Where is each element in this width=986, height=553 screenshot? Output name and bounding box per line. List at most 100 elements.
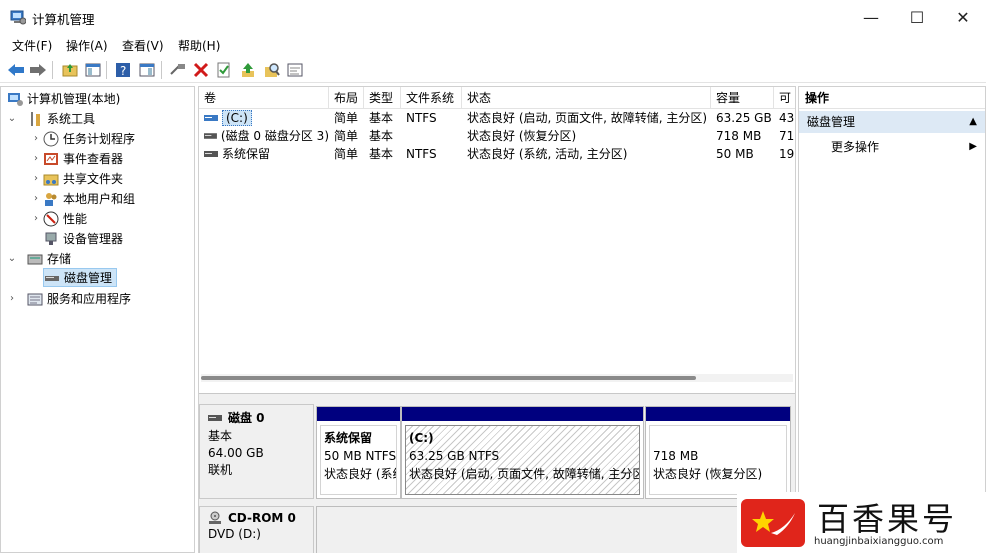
menu-bar: 文件(F) 操作(A) 查看(V) 帮助(H) — [0, 34, 986, 56]
watermark: 百香果号 huangjinbaixiangguo.com — [737, 492, 986, 553]
column-header-status[interactable]: 状态 — [462, 87, 711, 109]
properties-view-button[interactable] — [137, 60, 157, 80]
partition-size: 63.25 GB NTFS — [409, 449, 500, 463]
tree-item-label: 任务计划程序 — [63, 132, 136, 146]
back-arrow-icon — [8, 64, 24, 76]
partition-status: 状态良好 (系统 — [324, 467, 397, 481]
cell-type: 基本 — [369, 111, 394, 125]
menu-action[interactable]: 操作(A) — [66, 37, 108, 54]
volume-name: (C:) — [222, 110, 252, 126]
console-button[interactable] — [285, 60, 305, 80]
chevron-down-icon[interactable]: ⌄ — [5, 113, 19, 124]
tree-item-system-tools[interactable]: ⌄ 系统工具 — [5, 109, 95, 128]
disk-icon — [208, 414, 222, 421]
tree-item-event-viewer[interactable]: › 事件查看器 — [29, 149, 123, 168]
close-icon: ✕ — [956, 7, 970, 27]
move-up-button[interactable] — [238, 60, 258, 80]
up-folder-icon — [62, 64, 78, 77]
column-header-volume[interactable]: 卷 — [199, 87, 329, 109]
cdrom-0-label[interactable]: CD-ROM 0 DVD (D:) — [199, 506, 314, 553]
cdrom-partition-area[interactable] — [316, 506, 791, 553]
menu-file[interactable]: 文件(F) — [12, 37, 52, 54]
watermark-logo — [741, 499, 805, 547]
tree-item-task-scheduler[interactable]: › 任务计划程序 — [29, 129, 135, 148]
partition-bar — [402, 407, 643, 421]
tree-item-services-apps[interactable]: › 服务和应用程序 — [5, 289, 131, 308]
cell-volume: 系统保留 — [199, 145, 329, 163]
tree-item-local-users[interactable]: › 本地用户和组 — [29, 189, 135, 208]
column-header-capacity[interactable]: 容量 — [711, 87, 774, 109]
tree-root[interactable]: 计算机管理(本地) — [7, 89, 120, 108]
cell-filesystem — [401, 127, 462, 145]
tree-item-label: 性能 — [63, 212, 88, 226]
services-icon — [27, 293, 43, 305]
volume-icon — [204, 151, 218, 157]
tree-item-label: 磁盘管理 — [64, 271, 113, 285]
search-icon — [265, 63, 280, 77]
chevron-right-icon[interactable]: › — [5, 293, 19, 304]
column-header-filesystem[interactable]: 文件系统 — [401, 87, 462, 109]
column-header-type[interactable]: 类型 — [364, 87, 401, 109]
console-icon — [287, 63, 303, 77]
menu-view[interactable]: 查看(V) — [122, 37, 164, 54]
partition-name: 系统保留 — [324, 431, 373, 445]
volume-name: 系统保留 — [222, 147, 271, 161]
disk-type: 基本 — [208, 429, 233, 443]
computer-management-icon — [8, 92, 23, 106]
scrollbar-thumb[interactable] — [201, 376, 696, 380]
collapse-up-icon[interactable]: ▲ — [969, 111, 977, 133]
tree-item-storage[interactable]: ⌄ 存储 — [5, 249, 71, 268]
toolbar-separator — [161, 61, 162, 79]
help-icon: ? — [116, 63, 130, 78]
partition-c-drive[interactable]: (C:) 63.25 GB NTFS 状态良好 (启动, 页面文件, 故障转储,… — [401, 406, 644, 499]
partition-recovery[interactable]: 718 MB 状态良好 (恢复分区) — [645, 406, 791, 499]
partition-system-reserved[interactable]: 系统保留 50 MB NTFS 状态良好 (系统 — [316, 406, 401, 499]
tree-item-disk-management[interactable]: 磁盘管理 — [43, 268, 118, 287]
device-manager-icon — [45, 232, 57, 245]
disk-state: 联机 — [208, 463, 233, 477]
cell-type: 基本 — [369, 147, 394, 161]
check-properties-button[interactable] — [214, 60, 234, 80]
disk-0-label[interactable]: 磁盘 0 基本 64.00 GB 联机 — [199, 404, 314, 499]
table-row[interactable]: (C:) 简单 基本 NTFS 状态良好 (启动, 页面文件, 故障转储, 主分… — [199, 109, 795, 127]
tree-item-shared-folders[interactable]: › 共享文件夹 — [29, 169, 123, 188]
help-button[interactable]: ? — [113, 60, 133, 80]
actions-section-disk-management[interactable]: 磁盘管理 ▲ — [799, 111, 985, 133]
forward-button[interactable] — [28, 60, 48, 80]
show-hide-tree-button[interactable] — [83, 60, 103, 80]
computer-management-icon — [10, 10, 26, 25]
cell-layout: 简单 — [334, 129, 359, 143]
column-header-layout[interactable]: 布局 — [329, 87, 364, 109]
watermark-text: 百香果号 — [817, 500, 958, 538]
tree-item-performance[interactable]: › 性能 — [29, 209, 87, 228]
column-header-free[interactable]: 可 — [774, 87, 795, 109]
maximize-button[interactable]: ☐ — [894, 0, 940, 34]
tree-item-label: 本地用户和组 — [63, 192, 136, 206]
connect-button[interactable] — [168, 60, 188, 80]
volume-name: (磁盘 0 磁盘分区 3) — [220, 129, 329, 143]
horizontal-scrollbar[interactable] — [201, 374, 793, 382]
chevron-right-icon[interactable]: › — [29, 133, 43, 144]
delete-button[interactable] — [191, 60, 211, 80]
menu-help[interactable]: 帮助(H) — [178, 37, 220, 54]
close-button[interactable]: ✕ — [940, 0, 986, 34]
more-actions-item[interactable]: 更多操作 ▶ — [799, 137, 985, 157]
chevron-right-icon[interactable]: › — [29, 153, 43, 164]
search-button[interactable] — [262, 60, 282, 80]
event-viewer-icon — [44, 152, 58, 165]
table-row[interactable]: (磁盘 0 磁盘分区 3) 简单 基本 状态良好 (恢复分区) 718 MB 7… — [199, 127, 795, 145]
delete-icon — [193, 62, 209, 78]
chevron-right-icon[interactable]: › — [29, 173, 43, 184]
chevron-right-icon[interactable]: › — [29, 193, 43, 204]
minimize-button[interactable]: — — [848, 0, 894, 34]
chevron-down-icon[interactable]: ⌄ — [5, 253, 19, 264]
window-title: 计算机管理 — [32, 12, 95, 27]
cell-status: 状态良好 (系统, 活动, 主分区) — [467, 147, 628, 161]
cell-capacity: 50 MB — [716, 147, 754, 161]
up-folder-button[interactable] — [60, 60, 80, 80]
navigation-tree: 计算机管理(本地) ⌄ 系统工具 › 任务计划程序 › 事件查看器 › 共享文件… — [0, 86, 195, 553]
table-row[interactable]: 系统保留 简单 基本 NTFS 状态良好 (系统, 活动, 主分区) 50 MB… — [199, 145, 795, 163]
chevron-right-icon[interactable]: › — [29, 213, 43, 224]
back-button[interactable] — [6, 60, 26, 80]
tree-item-device-manager[interactable]: 设备管理器 — [43, 229, 123, 248]
